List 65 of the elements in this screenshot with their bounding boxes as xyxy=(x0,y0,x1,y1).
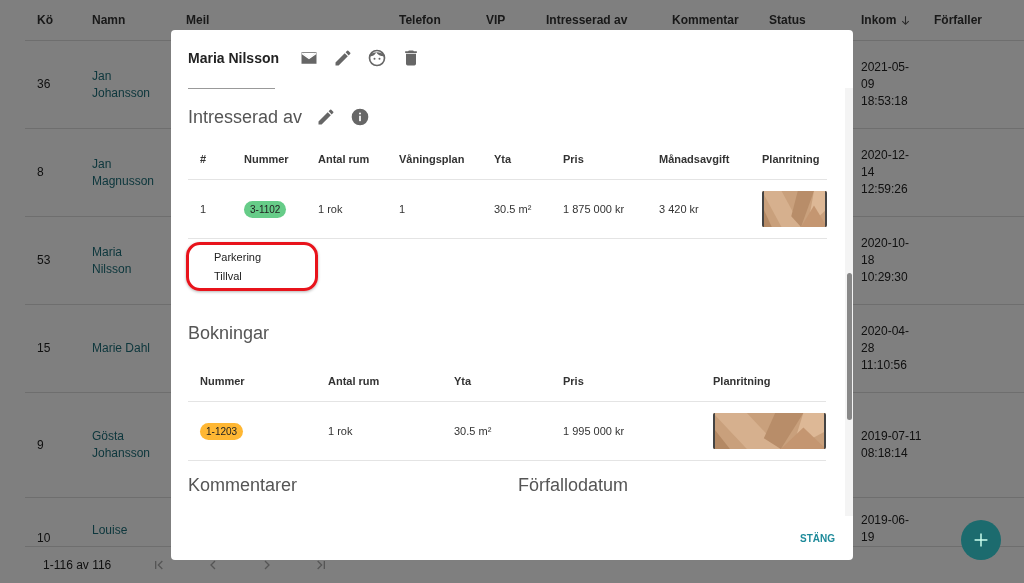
name-link[interactable]: Louise xyxy=(80,498,162,539)
name-link[interactable]: Jan Magnusson xyxy=(80,155,162,190)
table-cell-text: 2020-04-28 11:10:56 xyxy=(860,323,911,374)
column-header: Månadsavgift xyxy=(659,153,730,165)
column-header: Nummer xyxy=(200,375,245,387)
table-cell: 1 995 000 kr xyxy=(563,425,625,437)
column-header[interactable]: Status xyxy=(757,13,806,27)
table-cell-text: 36 xyxy=(36,76,51,93)
section-heading: Intresserad av xyxy=(188,106,303,128)
name-link[interactable]: Marie Dahl xyxy=(80,340,162,357)
section-heading: Förfallodatum xyxy=(518,475,630,496)
table-cell: 1 rok xyxy=(318,203,343,215)
apartment-tag: 1-1203 xyxy=(200,422,244,440)
column-header: # xyxy=(200,153,207,165)
name-link[interactable]: Maria Nilsson xyxy=(80,243,162,278)
apartment-tag: 3-1102 xyxy=(244,200,287,218)
table-cell-text: 2021-05-09 18:53:18 xyxy=(860,59,911,110)
page-range: 1-116 av 116 xyxy=(43,558,112,572)
scrollbar[interactable] xyxy=(845,88,853,516)
table-cell: 1 xyxy=(200,203,207,215)
name-link[interactable]: Gösta Johansson xyxy=(80,428,162,462)
column-header[interactable]: Kommentar xyxy=(660,13,739,27)
column-header[interactable]: Telefon xyxy=(387,13,441,27)
table-cell-text: 2019-06-19 xyxy=(860,512,911,546)
column-header[interactable]: Meil xyxy=(174,13,210,27)
table-cell: 1 rok xyxy=(328,425,353,437)
add-button[interactable] xyxy=(961,520,1001,560)
column-header: Antal rum xyxy=(318,153,370,165)
table-cell-text: 9 xyxy=(36,436,44,454)
table-cell-text: 2020-12-14 12:59:26 xyxy=(860,147,911,198)
column-header[interactable]: VIP xyxy=(474,13,506,27)
column-header: Antal rum xyxy=(328,375,380,387)
option-label: Tillval xyxy=(214,270,243,282)
column-header[interactable]: Namn xyxy=(80,13,126,27)
column-header[interactable]: Kö xyxy=(25,13,53,27)
column-header: Pris xyxy=(563,153,584,165)
table-cell: 3 420 kr xyxy=(659,203,699,215)
column-header: Pris xyxy=(563,375,584,387)
dialog-title: Maria Nilsson xyxy=(188,50,280,66)
face-icon[interactable] xyxy=(367,48,388,68)
column-header[interactable]: Intresserad av xyxy=(534,13,628,27)
column-header: Nummer xyxy=(244,153,289,165)
section-heading: Bokningar xyxy=(188,322,270,344)
table-cell: 30.5 m² xyxy=(494,203,532,215)
column-header: Yta xyxy=(494,153,512,165)
table-cell-text: 10 xyxy=(36,530,51,546)
column-header[interactable]: Inkom xyxy=(861,13,897,27)
column-header[interactable]: Förfaller xyxy=(922,13,982,27)
table-cell-text: 53 xyxy=(36,252,51,269)
column-header: Planritning xyxy=(762,153,820,165)
table-cell: 1 875 000 kr xyxy=(563,203,625,215)
info-icon[interactable] xyxy=(350,107,371,127)
column-header: Våningsplan xyxy=(399,153,465,165)
column-header: Yta xyxy=(454,375,472,387)
table-cell-text: 2019-07-11 08:18:14 xyxy=(860,428,922,462)
close-button[interactable]: STÄNG xyxy=(794,526,841,550)
section-heading: Kommentarer xyxy=(188,475,299,496)
table-cell: 1 xyxy=(399,203,406,215)
table-cell-text: 8 xyxy=(36,164,44,181)
name-link[interactable]: Jan Johansson xyxy=(80,67,162,102)
table-cell-text: 15 xyxy=(36,340,51,357)
table-cell: 30.5 m² xyxy=(454,425,492,437)
table-cell-text: 2020-10-18 10:29:30 xyxy=(860,235,911,286)
column-header: Planritning xyxy=(713,375,771,387)
option-label: Parkering xyxy=(214,251,263,263)
